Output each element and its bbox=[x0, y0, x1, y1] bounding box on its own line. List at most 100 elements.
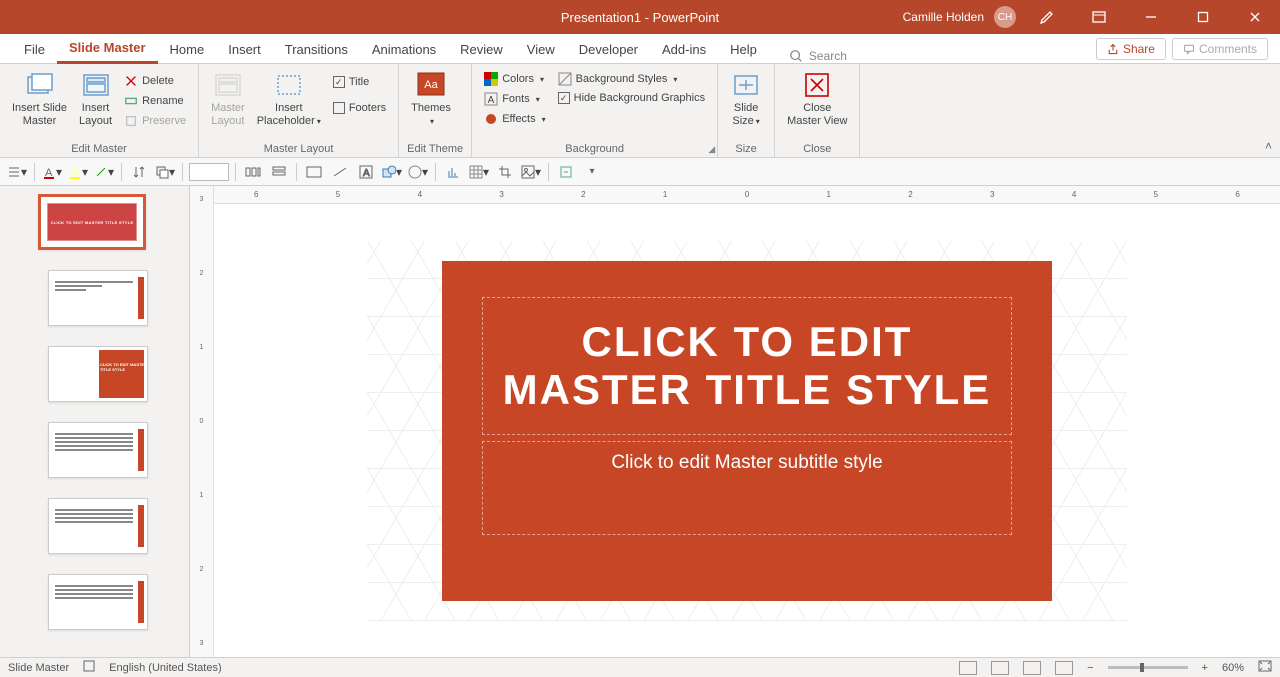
group-master-layout-label: Master Layout bbox=[207, 141, 390, 155]
selection-pane-icon[interactable] bbox=[555, 162, 577, 182]
placeholder-icon bbox=[274, 70, 304, 100]
background-dialog-launcher[interactable]: ◢ bbox=[708, 144, 715, 155]
tab-slide-master[interactable]: Slide Master bbox=[57, 34, 158, 64]
crop-icon[interactable] bbox=[494, 162, 516, 182]
formatting-toolbar: ▾ A▾ ▾ ▾ ▾ A ▾ ▾ ▾ ▾ ▾ bbox=[0, 158, 1280, 186]
tab-animations[interactable]: Animations bbox=[360, 36, 448, 63]
colors-button[interactable]: Colors▾ bbox=[480, 70, 549, 88]
close-button[interactable] bbox=[1234, 0, 1276, 34]
master-layout-button[interactable]: Master Layout bbox=[207, 68, 249, 129]
horizontal-ruler: 6543210123456 bbox=[214, 186, 1280, 204]
more-icon[interactable]: ▾ bbox=[581, 162, 603, 182]
search-label: Search bbox=[809, 49, 847, 63]
group-size-label: Size bbox=[726, 141, 766, 155]
normal-view-button[interactable] bbox=[959, 661, 977, 675]
line-shape-icon[interactable] bbox=[329, 162, 351, 182]
share-button[interactable]: Share bbox=[1096, 38, 1166, 60]
user-name[interactable]: Camille Holden bbox=[903, 10, 984, 24]
sorter-view-button[interactable] bbox=[991, 661, 1009, 675]
title-placeholder[interactable]: Click to edit Master title style bbox=[482, 297, 1012, 436]
themes-button[interactable]: Aa Themes▾ bbox=[407, 68, 455, 129]
chart-icon[interactable] bbox=[442, 162, 464, 182]
slide-content-box[interactable]: Click to edit Master title style Click t… bbox=[442, 261, 1052, 601]
thumbnail-layout-2[interactable]: CLICK TO EDIT MASTERTITLE STYLE bbox=[48, 346, 148, 402]
reading-view-button[interactable] bbox=[1023, 661, 1041, 675]
align-button[interactable]: ▾ bbox=[6, 162, 28, 182]
maximize-button[interactable] bbox=[1182, 0, 1224, 34]
tell-me-search[interactable]: Search bbox=[769, 49, 867, 63]
zoom-level[interactable]: 60% bbox=[1222, 662, 1244, 674]
group-background-label: Background bbox=[480, 141, 709, 155]
outline-color-button[interactable]: ▾ bbox=[93, 162, 115, 182]
app-title: Presentation1 - PowerPoint bbox=[561, 10, 719, 25]
thumbnail-layout-1[interactable] bbox=[48, 270, 148, 326]
thumbnail-layout-3[interactable] bbox=[48, 422, 148, 478]
insert-slide-master-button[interactable]: Insert Slide Master bbox=[8, 68, 71, 129]
delete-button[interactable]: Delete bbox=[120, 72, 190, 90]
chevron-down-icon: ▾ bbox=[430, 117, 434, 126]
sort-button[interactable] bbox=[128, 162, 150, 182]
group-edit-master-label: Edit Master bbox=[8, 141, 190, 155]
shape-style-box[interactable] bbox=[189, 163, 229, 181]
fonts-button[interactable]: AFonts▾ bbox=[480, 90, 549, 108]
tab-insert[interactable]: Insert bbox=[216, 36, 273, 63]
minimize-button[interactable] bbox=[1130, 0, 1172, 34]
thumbnail-layout-5[interactable] bbox=[48, 574, 148, 630]
title-checkbox[interactable]: ✓Title bbox=[329, 74, 390, 90]
ribbon-tabs: File Slide Master Home Insert Transition… bbox=[0, 34, 1280, 64]
slide-background: Click to edit Master title style Click t… bbox=[367, 241, 1127, 621]
footers-checkbox[interactable]: Footers bbox=[329, 100, 390, 116]
shapes-gallery-icon[interactable]: ▾ bbox=[381, 162, 403, 182]
vertical-ruler: 3210123 bbox=[190, 186, 214, 657]
user-avatar[interactable]: CH bbox=[994, 6, 1016, 28]
tab-transitions[interactable]: Transitions bbox=[273, 36, 360, 63]
tab-help[interactable]: Help bbox=[718, 36, 769, 63]
subtitle-placeholder[interactable]: Click to edit Master subtitle style bbox=[482, 441, 1012, 535]
slide-size-button[interactable]: Slide Size▾ bbox=[726, 68, 766, 129]
rectangle-shape-icon[interactable] bbox=[303, 162, 325, 182]
tab-home[interactable]: Home bbox=[158, 36, 217, 63]
accessibility-icon[interactable] bbox=[83, 660, 95, 675]
group-close-label: Close bbox=[783, 141, 851, 155]
pen-icon[interactable] bbox=[1026, 0, 1068, 34]
status-bar: Slide Master English (United States) − +… bbox=[0, 657, 1280, 677]
preserve-button[interactable]: Preserve bbox=[120, 112, 190, 130]
ribbon: Insert Slide Master Insert Layout Delete… bbox=[0, 64, 1280, 158]
textbox-icon[interactable]: A bbox=[355, 162, 377, 182]
tab-addins[interactable]: Add-ins bbox=[650, 36, 718, 63]
zoom-out-button[interactable]: − bbox=[1087, 662, 1093, 674]
arrange-button[interactable]: ▾ bbox=[154, 162, 176, 182]
picture-icon[interactable]: ▾ bbox=[520, 162, 542, 182]
slideshow-view-button[interactable] bbox=[1055, 661, 1073, 675]
thumbnail-master[interactable]: CLICK TO EDIT MASTER TITLE STYLE bbox=[38, 194, 146, 250]
background-styles-button[interactable]: Background Styles▾ bbox=[554, 70, 709, 88]
tab-file[interactable]: File bbox=[12, 36, 57, 63]
master-layout-icon bbox=[213, 70, 243, 100]
slide-thumbnails-panel[interactable]: CLICK TO EDIT MASTER TITLE STYLE CLICK T… bbox=[0, 186, 190, 657]
tab-view[interactable]: View bbox=[515, 36, 567, 63]
fill-color-button[interactable]: ▾ bbox=[67, 162, 89, 182]
close-master-view-button[interactable]: Close Master View bbox=[783, 68, 851, 129]
zoom-slider[interactable] bbox=[1108, 666, 1188, 669]
svg-text:A: A bbox=[488, 95, 495, 106]
effects-button[interactable]: Effects▾ bbox=[480, 110, 549, 128]
thumbnail-layout-4[interactable] bbox=[48, 498, 148, 554]
rename-button[interactable]: Rename bbox=[120, 92, 190, 110]
symbol-icon[interactable]: ▾ bbox=[407, 162, 429, 182]
zoom-in-button[interactable]: + bbox=[1202, 662, 1208, 674]
insert-layout-button[interactable]: Insert Layout bbox=[75, 68, 116, 129]
table-icon[interactable]: ▾ bbox=[468, 162, 490, 182]
distribute-h-icon[interactable] bbox=[242, 162, 264, 182]
hide-background-checkbox[interactable]: ✓Hide Background Graphics bbox=[554, 90, 709, 106]
font-color-button[interactable]: A▾ bbox=[41, 162, 63, 182]
distribute-v-icon[interactable] bbox=[268, 162, 290, 182]
ribbon-display-icon[interactable] bbox=[1078, 0, 1120, 34]
tab-developer[interactable]: Developer bbox=[567, 36, 650, 63]
fit-to-window-button[interactable] bbox=[1258, 660, 1272, 675]
comments-button[interactable]: Comments bbox=[1172, 38, 1268, 60]
tab-review[interactable]: Review bbox=[448, 36, 515, 63]
slide-canvas[interactable]: Click to edit Master title style Click t… bbox=[214, 204, 1280, 657]
status-language[interactable]: English (United States) bbox=[109, 662, 222, 674]
insert-placeholder-button[interactable]: Insert Placeholder▾ bbox=[253, 68, 325, 129]
collapse-ribbon-button[interactable]: ˄ bbox=[1265, 139, 1272, 153]
